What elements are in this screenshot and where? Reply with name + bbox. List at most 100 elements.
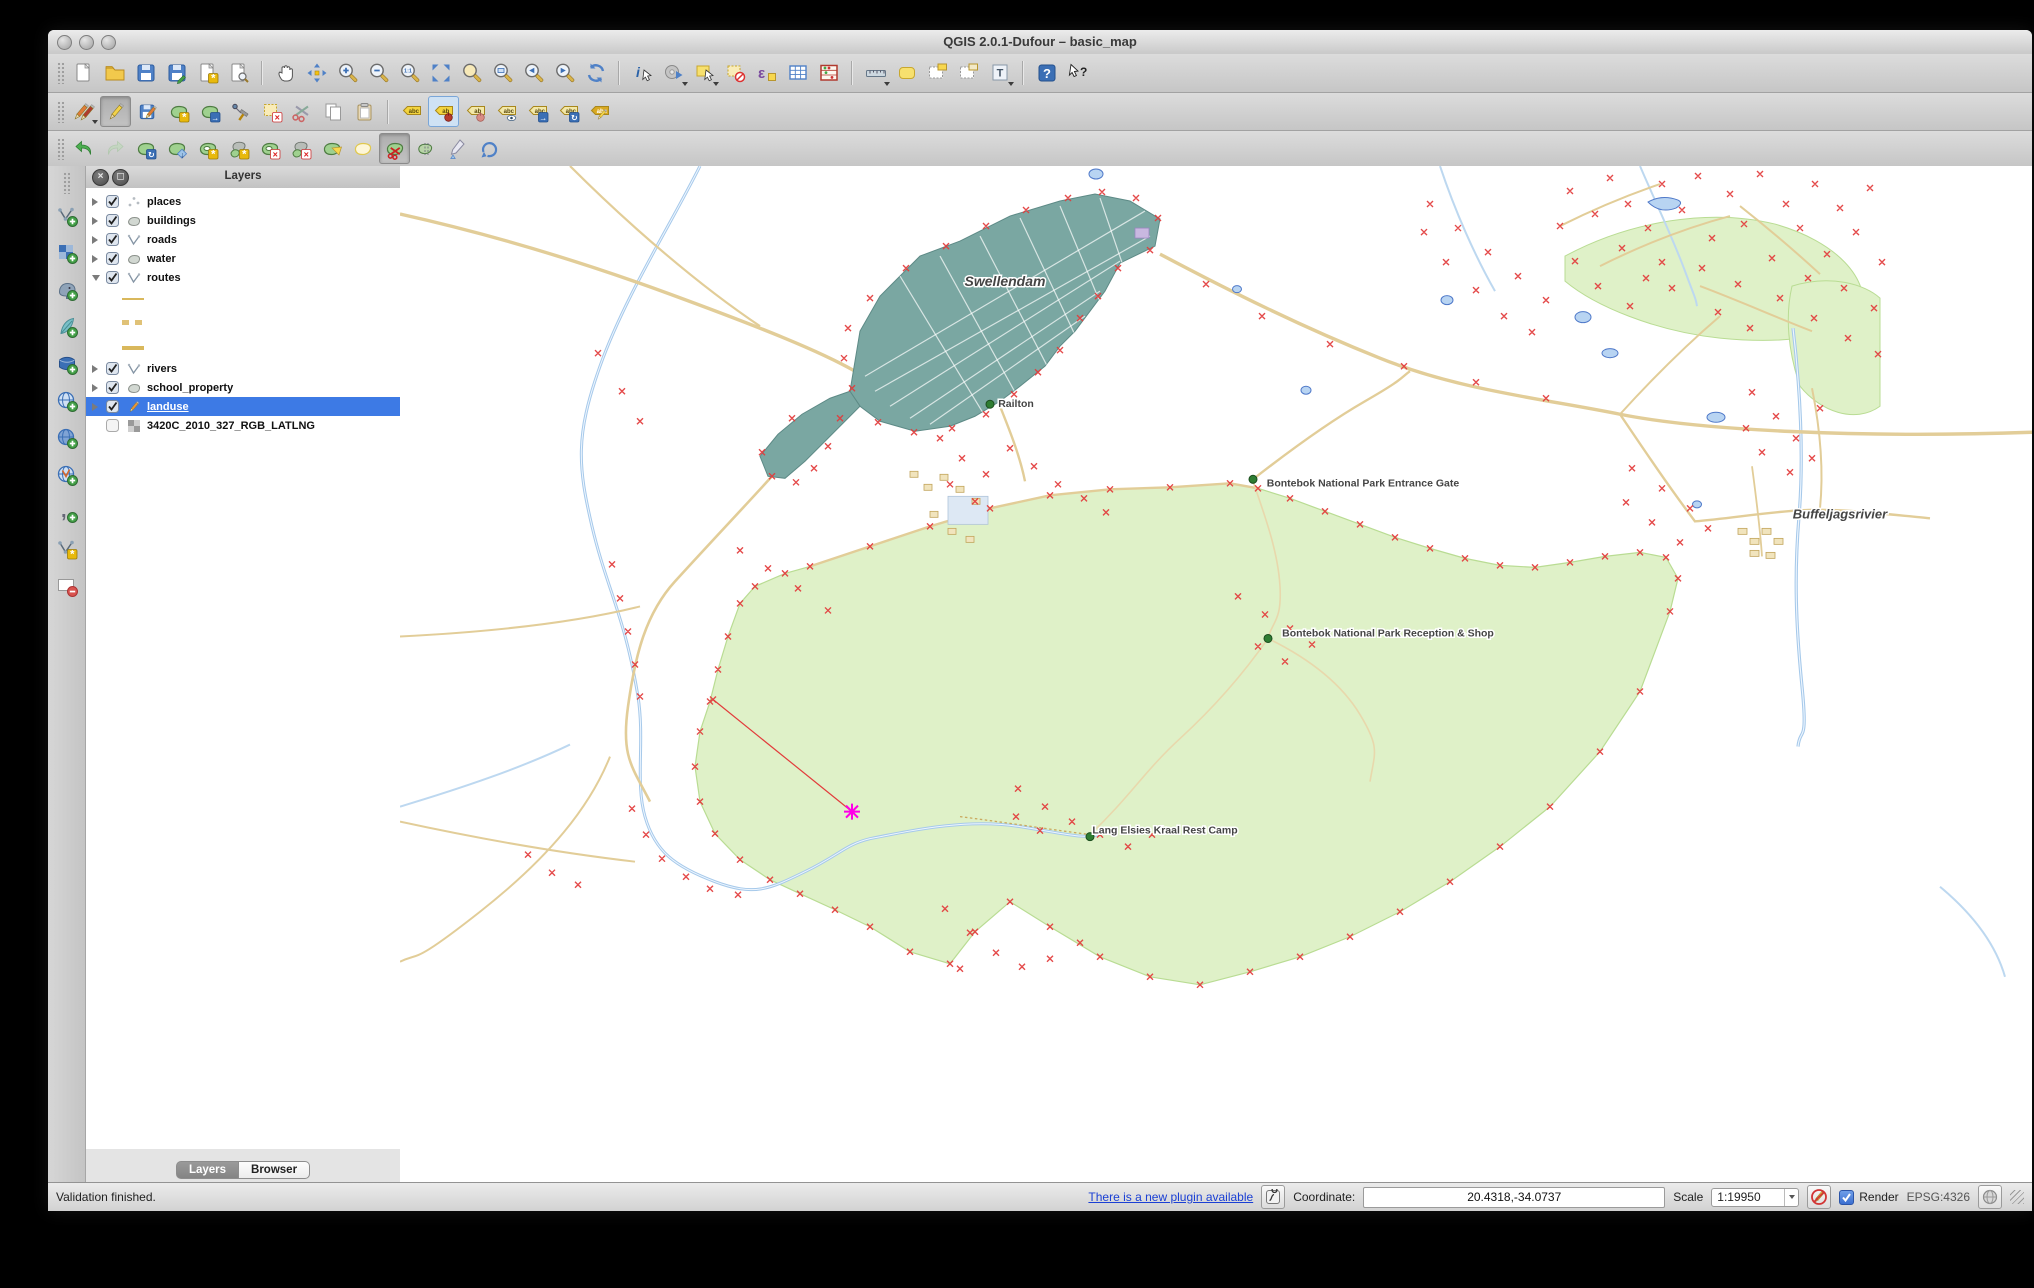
layer-visibility-checkbox[interactable] [106, 233, 119, 246]
zoom-to-selection-button[interactable] [457, 59, 486, 88]
layer-visibility-checkbox[interactable] [106, 195, 119, 208]
text-annotation-button[interactable]: T [985, 59, 1014, 88]
add-part-button[interactable]: * [224, 134, 253, 163]
redo-button[interactable] [100, 134, 129, 163]
toolbar-grip[interactable] [57, 137, 64, 160]
add-delimited-text-layer-button[interactable]: , [52, 497, 82, 527]
composer-manager-button[interactable] [224, 59, 253, 88]
add-ring-button[interactable]: * [193, 134, 222, 163]
layer-item-roads[interactable]: roads [86, 230, 400, 249]
layer-item-school_property[interactable]: school_property [86, 378, 400, 397]
toolbar-grip[interactable] [57, 100, 64, 123]
layer-visibility-checkbox[interactable] [106, 381, 119, 394]
rotate-label-button[interactable]: abc ↻ [554, 97, 583, 126]
field-calculator-button[interactable] [814, 59, 843, 88]
highlight-pinned-labels-button[interactable]: ab [461, 97, 490, 126]
add-postgis-layer-button[interactable] [52, 275, 82, 305]
expand-arrow-icon[interactable] [92, 216, 98, 225]
tab-layers[interactable]: Layers [175, 1161, 240, 1179]
add-wms-layer-button[interactable] [52, 386, 82, 416]
reshape-features-button[interactable] [317, 134, 346, 163]
measure-line-button[interactable] [861, 59, 890, 88]
zoom-next-button[interactable] [550, 59, 579, 88]
help-contents-button[interactable]: ? [1032, 59, 1061, 88]
dropdown-arrow-icon[interactable] [884, 81, 890, 86]
merge-features-button[interactable] [412, 134, 441, 163]
select-by-expression-button[interactable]: ε [752, 59, 781, 88]
crs-globe-button[interactable] [1978, 1185, 2002, 1209]
add-wcs-layer-button[interactable] [52, 423, 82, 453]
pan-to-selection-button[interactable] [302, 59, 331, 88]
pin-unpin-labels-button[interactable]: ab [428, 96, 459, 127]
add-feature-button[interactable]: * [164, 97, 193, 126]
show-bookmarks-button[interactable] [954, 59, 983, 88]
expand-arrow-icon[interactable] [92, 274, 100, 281]
layer-item-rivers[interactable]: rivers [86, 359, 400, 378]
symbology-item[interactable] [86, 335, 400, 359]
add-wfs-layer-button[interactable] [52, 460, 82, 490]
layer-visibility-checkbox[interactable] [106, 362, 119, 375]
layer-item-water[interactable]: water [86, 249, 400, 268]
new-project-button[interactable] [69, 59, 98, 88]
copy-features-button[interactable] [319, 97, 348, 126]
zoom-in-button[interactable] [333, 59, 362, 88]
merge-attributes-button[interactable] [443, 134, 472, 163]
paste-features-button[interactable] [350, 97, 379, 126]
open-attribute-table-button[interactable] [783, 59, 812, 88]
simplify-feature-button[interactable]: ↓ [162, 134, 191, 163]
rotate-point-symbols-button[interactable] [474, 134, 503, 163]
show-hide-labels-button[interactable]: abc [492, 97, 521, 126]
rotate-feature-button[interactable]: ↻ [131, 134, 160, 163]
save-layer-edits-button[interactable] [133, 97, 162, 126]
layer-item-landuse[interactable]: landuse [86, 397, 400, 416]
tab-browser[interactable]: Browser [239, 1161, 311, 1179]
plugin-available-link[interactable]: There is a new plugin available [1088, 1190, 1253, 1204]
expand-arrow-icon[interactable] [92, 197, 98, 206]
new-bookmark-button[interactable] [923, 59, 952, 88]
add-mssql-layer-button[interactable] [52, 349, 82, 379]
move-label-button[interactable]: abc → [523, 97, 552, 126]
zoom-native-button[interactable]: 1:1 [395, 59, 424, 88]
render-checkbox[interactable] [1839, 1189, 1855, 1205]
new-shapefile-layer-button[interactable]: * [52, 534, 82, 564]
zoom-to-layer-button[interactable] [488, 59, 517, 88]
layer-visibility-checkbox[interactable] [106, 271, 119, 284]
map-canvas[interactable]: Swellendam Railton Bontebok National Park … [400, 166, 2032, 1183]
open-project-button[interactable] [100, 59, 129, 88]
add-spatialite-layer-button[interactable] [52, 312, 82, 342]
delete-ring-button[interactable]: × [255, 134, 284, 163]
delete-selected-button[interactable]: × [257, 97, 286, 126]
plugin-icon[interactable] [1261, 1185, 1286, 1209]
layer-item-3420C_2010_327_RGB_LATLNG[interactable]: 3420C_2010_327_RGB_LATLNG [86, 416, 400, 435]
offset-curve-button[interactable] [348, 134, 377, 163]
add-raster-layer-button[interactable] [52, 238, 82, 268]
refresh-map-button[interactable] [581, 59, 610, 88]
dropdown-arrow-icon[interactable] [713, 81, 719, 86]
expand-arrow-icon[interactable] [92, 254, 98, 263]
layer-visibility-checkbox[interactable] [106, 419, 119, 432]
identify-features-button[interactable]: i [628, 59, 657, 88]
save-project-button[interactable] [131, 59, 160, 88]
layer-visibility-checkbox[interactable] [106, 214, 119, 227]
dropdown-arrow-icon[interactable] [682, 81, 688, 86]
change-label-properties-button[interactable]: abc [585, 97, 614, 126]
expand-arrow-icon[interactable] [92, 383, 98, 392]
whats-this-button[interactable]: ? [1063, 59, 1092, 88]
layer-labeling-button[interactable]: abc [397, 97, 426, 126]
new-print-composer-button[interactable]: * [193, 59, 222, 88]
split-features-button[interactable] [379, 133, 410, 164]
move-feature-button[interactable]: → [195, 97, 224, 126]
layer-visibility-checkbox[interactable] [106, 252, 119, 265]
zoom-last-button[interactable] [519, 59, 548, 88]
layer-item-routes[interactable]: routes [86, 268, 400, 287]
scale-dropdown[interactable] [1784, 1188, 1798, 1206]
expand-arrow-icon[interactable] [92, 402, 98, 411]
stop-render-button[interactable] [1807, 1185, 1832, 1209]
undo-button[interactable] [69, 134, 98, 163]
coordinate-input[interactable] [1363, 1186, 1666, 1208]
resize-grip[interactable] [2010, 1190, 2024, 1204]
node-tool-button[interactable] [226, 97, 255, 126]
select-features-button[interactable] [690, 59, 719, 88]
remove-layer-button[interactable] [52, 571, 82, 601]
layer-visibility-checkbox[interactable] [106, 400, 119, 413]
